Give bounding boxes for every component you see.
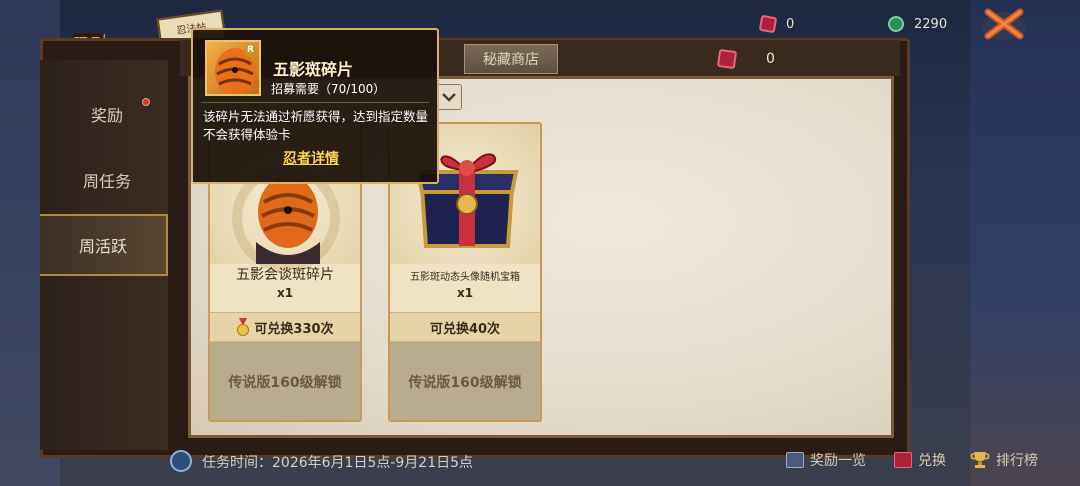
tooltip-title: 五影斑碎片 — [273, 60, 354, 79]
chevron-down-icon — [442, 93, 456, 102]
filter-dropdown[interactable] — [436, 84, 462, 110]
sidebar-item-label: 奖励 — [90, 106, 123, 125]
item-tooltip: R 五影斑碎片 招募需要（70/100） 该碎片无法通过祈愿获得，达到指定数量不… — [191, 28, 439, 184]
card-qty: x1 — [276, 286, 294, 300]
card-lock: 传说版160级解锁 — [210, 342, 360, 420]
card-qty: x1 — [456, 286, 474, 300]
reward-list-button[interactable]: 奖励一览 — [786, 450, 866, 470]
leaderboard-label: 排行榜 — [996, 453, 1038, 469]
red-gem-icon — [716, 48, 738, 70]
reward-list-label: 奖励一览 — [810, 453, 866, 469]
close-button[interactable] — [978, 4, 1030, 44]
red-gem-icon — [758, 14, 778, 34]
card-exchange-text: 可兑换40次 — [429, 321, 501, 337]
resource-jade[interactable]: 2290 — [886, 14, 948, 34]
background-right — [970, 0, 1080, 486]
reward-list-icon — [786, 452, 804, 468]
tooltip-divider — [201, 102, 429, 103]
resource-red-gem[interactable]: 0 — [758, 14, 795, 34]
shop-currency-value: 0 — [766, 51, 775, 67]
notification-dot — [142, 98, 150, 106]
green-jade-icon — [886, 14, 906, 34]
shop-currency: 0 — [716, 48, 775, 70]
sidebar-item-label: 周活跃 — [78, 237, 127, 256]
sidebar-item-weekly-activity[interactable]: 周活跃 — [40, 214, 168, 276]
card-exchange: 可兑换40次 — [390, 312, 540, 342]
card-exchange-text: 可兑换330次 — [254, 321, 334, 337]
sidebar-item-weekly-tasks[interactable]: 周任务 — [52, 160, 162, 200]
card-exchange: 可兑换330次 — [210, 312, 360, 342]
medal-icon — [237, 318, 250, 336]
ninja-details-link[interactable]: 忍者详情 — [283, 148, 339, 168]
card-name: 五影斑动态头像随机宝箱 — [410, 272, 520, 283]
sidebar-item-label: 周任务 — [82, 172, 131, 191]
card-name: 五影会谈斑碎片 — [236, 267, 334, 283]
resource-jade-value: 2290 — [914, 16, 948, 32]
madara-mask-icon — [256, 176, 320, 264]
leaderboard-button[interactable]: 排行榜 — [970, 450, 1038, 470]
exchange-label: 兑换 — [918, 453, 946, 469]
exchange-icon — [894, 452, 912, 468]
tab-label: 秘藏商店 — [483, 52, 539, 68]
tab-secret-shop[interactable]: 秘藏商店 — [464, 44, 558, 74]
trophy-icon — [970, 452, 990, 468]
resource-red-gem-value: 0 — [786, 16, 795, 32]
close-icon — [982, 8, 1026, 40]
rank-badge: R — [244, 44, 257, 57]
tooltip-description: 该碎片无法通过祈愿获得，达到指定数量不会获得体验卡 — [203, 109, 429, 142]
info-icon[interactable] — [170, 450, 192, 472]
exchange-button[interactable]: 兑换 — [894, 450, 946, 470]
task-time: 任务时间：2026年6月1日5点-9月21日5点 — [202, 455, 474, 471]
tooltip-requirement: 招募需要（70/100） — [271, 82, 386, 96]
tooltip-item-icon: R — [205, 40, 261, 96]
card-lock: 传说版160级解锁 — [390, 342, 540, 420]
